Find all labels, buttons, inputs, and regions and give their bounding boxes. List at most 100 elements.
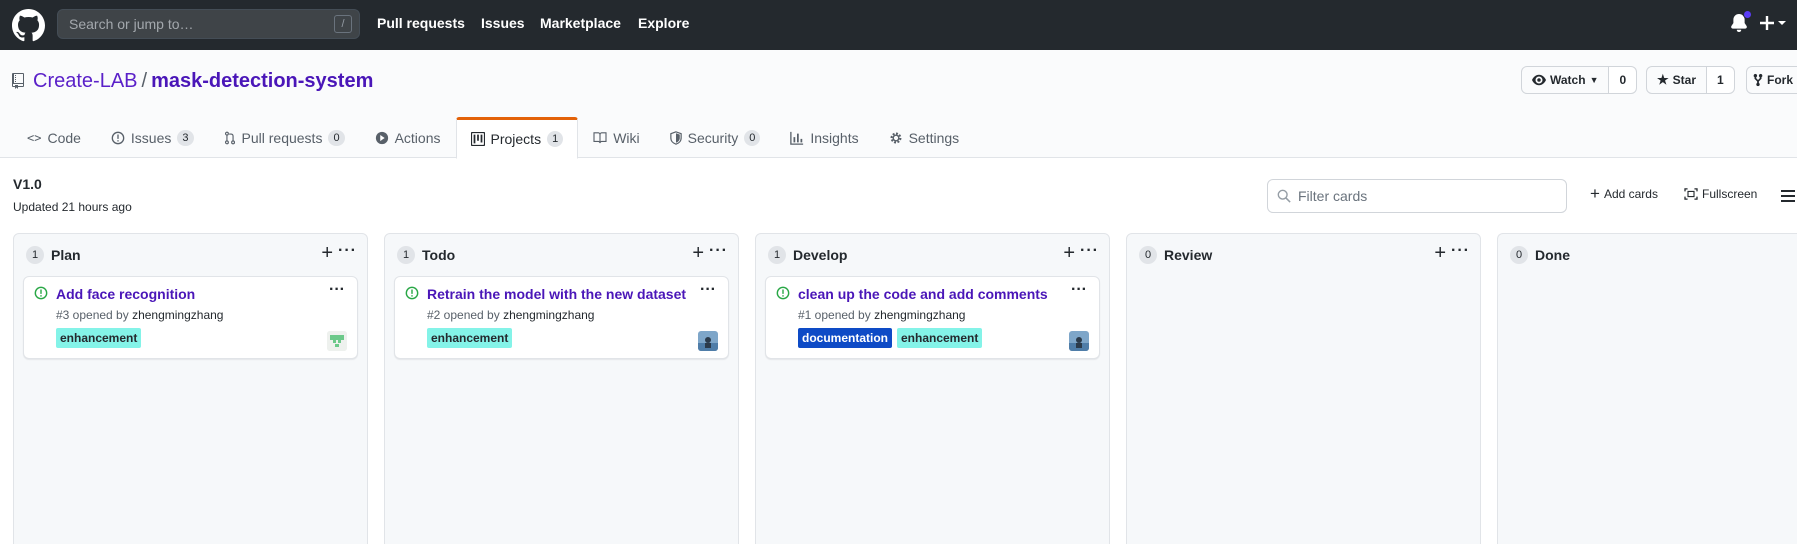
tab-pull-requests[interactable]: Pull requests 0 <box>209 117 360 158</box>
issue-title-link[interactable]: Add face recognition <box>56 285 195 303</box>
column-add-card-plus-icon[interactable]: + <box>1063 243 1075 263</box>
card-menu-kebab-icon[interactable]: ··· <box>1071 281 1087 299</box>
tab-wiki[interactable]: Wiki <box>578 117 654 158</box>
label-enhancement[interactable]: enhancement <box>897 328 983 348</box>
issue-opened-icon <box>776 286 790 300</box>
tab-label: Settings <box>908 130 960 146</box>
column-card-count: 0 <box>1510 246 1528 264</box>
search-input[interactable]: Search or jump to… / <box>57 9 360 39</box>
issue-labels: enhancement <box>56 328 142 348</box>
column-header: 1 Plan + ··· <box>14 234 367 274</box>
search-icon <box>1277 189 1291 203</box>
tab-counter: 3 <box>177 130 194 146</box>
nav-marketplace[interactable]: Marketplace <box>540 0 621 50</box>
repo-icon <box>12 73 24 89</box>
repo-name-link[interactable]: mask-detection-system <box>151 70 373 92</box>
column-menu-kebab-icon[interactable]: ··· <box>338 242 357 260</box>
fullscreen-icon <box>1684 188 1698 200</box>
global-header: Search or jump to… / Pull requests Issue… <box>0 0 1797 50</box>
label-enhancement[interactable]: enhancement <box>427 328 513 348</box>
issue-card[interactable]: Add face recognition #3 opened by zhengm… <box>23 276 358 359</box>
tab-label: Security <box>687 130 739 146</box>
search-placeholder: Search or jump to… <box>69 16 194 32</box>
add-cards-button[interactable]: + Add cards <box>1590 185 1658 202</box>
tab-issues[interactable]: Issues 3 <box>96 117 209 158</box>
tab-projects[interactable]: Projects 1 <box>455 117 579 159</box>
github-logo-icon[interactable] <box>12 9 45 42</box>
issue-card[interactable]: clean up the code and add comments #1 op… <box>765 276 1100 359</box>
issue-meta: #1 opened by zhengmingzhang <box>798 307 965 323</box>
issue-title-link[interactable]: clean up the code and add comments <box>798 285 1048 303</box>
repo-owner-link[interactable]: Create-LAB <box>33 70 138 92</box>
watch-count[interactable]: 0 <box>1609 66 1638 94</box>
assignee-avatar[interactable] <box>327 331 347 351</box>
column-add-card-plus-icon[interactable]: + <box>321 243 333 263</box>
project-column-done: 0 Done <box>1497 233 1797 544</box>
tab-label: Actions <box>394 130 441 146</box>
nav-explore[interactable]: Explore <box>638 0 689 50</box>
issue-card[interactable]: Retrain the model with the new dataset #… <box>394 276 729 359</box>
watch-button[interactable]: Watch ▼ <box>1521 66 1610 94</box>
star-button-group: ★ Star 1 <box>1646 66 1735 94</box>
fork-label: Fork <box>1767 73 1794 87</box>
column-menu-kebab-icon[interactable]: ··· <box>1080 242 1099 260</box>
assignee-avatar[interactable] <box>1069 331 1089 351</box>
column-menu-kebab-icon[interactable]: ··· <box>1451 242 1470 260</box>
fullscreen-button[interactable]: Fullscreen <box>1684 187 1757 201</box>
star-label: Star <box>1672 73 1696 87</box>
nav-pull-requests[interactable]: Pull requests <box>377 0 465 50</box>
column-title: Done <box>1535 247 1570 263</box>
label-enhancement[interactable]: enhancement <box>56 328 142 348</box>
nav-issues[interactable]: Issues <box>481 0 525 50</box>
column-title: Todo <box>422 247 456 263</box>
tab-counter: 0 <box>328 130 345 146</box>
issue-title-link[interactable]: Retrain the model with the new dataset <box>427 285 686 303</box>
tab-settings[interactable]: Settings <box>874 117 975 158</box>
search-shortcut-key: / <box>334 15 352 33</box>
star-button[interactable]: ★ Star <box>1646 66 1707 94</box>
fullscreen-label: Fullscreen <box>1702 187 1758 201</box>
issue-meta: #2 opened by zhengmingzhang <box>427 307 594 323</box>
issue-author-link[interactable]: zhengmingzhang <box>132 308 223 322</box>
filter-cards-input[interactable]: Filter cards <box>1267 179 1567 213</box>
star-count[interactable]: 1 <box>1707 66 1735 94</box>
assignee-avatar[interactable] <box>698 331 718 351</box>
project-icon <box>470 132 485 146</box>
column-card-count: 0 <box>1139 246 1157 264</box>
tab-insights[interactable]: Insights <box>775 117 873 158</box>
tab-label: Pull requests <box>241 130 323 146</box>
issue-number: #3 opened by <box>56 308 133 322</box>
tab-label: Projects <box>490 131 542 147</box>
card-menu-kebab-icon[interactable]: ··· <box>329 281 345 299</box>
column-header: 1 Develop + ··· <box>756 234 1109 274</box>
issue-labels: enhancement <box>427 328 513 348</box>
project-name: V1.0 <box>13 176 42 192</box>
shield-icon <box>669 131 682 145</box>
graph-icon <box>790 131 804 145</box>
issue-labels: documentation enhancement <box>798 328 983 348</box>
column-add-card-plus-icon[interactable]: + <box>1434 243 1446 263</box>
fork-button[interactable]: Fork <box>1746 66 1797 94</box>
column-card-count: 1 <box>26 246 44 264</box>
issue-author-link[interactable]: zhengmingzhang <box>874 308 965 322</box>
gear-icon <box>890 132 902 144</box>
repo-tabs: <> Code Issues 3 Pull requests 0 Actions… <box>12 117 975 159</box>
notification-bell-icon[interactable] <box>1730 10 1752 36</box>
tab-actions[interactable]: Actions <box>360 117 456 158</box>
hamburger-menu-icon[interactable] <box>1781 190 1797 202</box>
column-add-card-plus-icon[interactable]: + <box>692 243 704 263</box>
repo-title-separator: / <box>141 70 148 92</box>
create-new-plus-icon[interactable] <box>1760 14 1788 35</box>
column-title: Plan <box>51 247 81 263</box>
tab-code[interactable]: <> Code <box>12 117 96 158</box>
label-documentation[interactable]: documentation <box>798 328 892 348</box>
tab-label: Issues <box>130 130 172 146</box>
pull-request-icon <box>224 131 235 145</box>
tab-label: Code <box>47 130 81 146</box>
column-menu-kebab-icon[interactable]: ··· <box>709 242 728 260</box>
tab-security[interactable]: Security 0 <box>655 117 776 158</box>
notification-dot <box>1743 10 1752 19</box>
card-menu-kebab-icon[interactable]: ··· <box>700 281 716 299</box>
issue-author-link[interactable]: zhengmingzhang <box>503 308 594 322</box>
star-icon: ★ <box>1657 72 1669 87</box>
